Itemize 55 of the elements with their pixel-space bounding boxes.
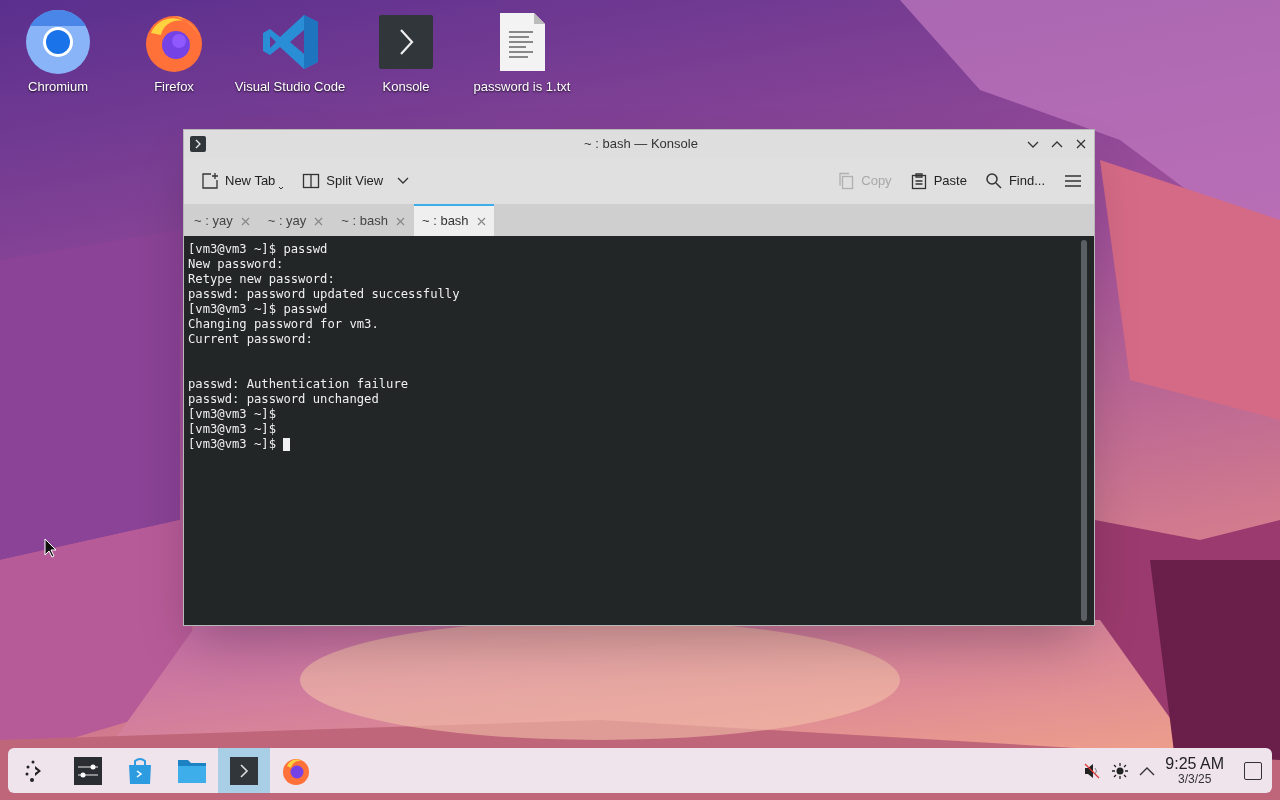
shopping-bag-icon [127, 756, 153, 785]
terminal-icon [378, 14, 434, 70]
terminal-line: [vm3@vm3 ~]$ passwd [188, 302, 328, 317]
desktop-icon-label[interactable]: Firefox [118, 78, 230, 96]
desktop-icon-label[interactable]: Chromium [2, 78, 114, 96]
terminal-line: [vm3@vm3 ~]$ [188, 407, 277, 422]
terminal-line: [vm3@vm3 ~]$ passwd [188, 242, 328, 257]
new-tab-button[interactable]: New Tab [196, 165, 290, 197]
sliders-icon [74, 756, 102, 785]
new-tab-icon [201, 172, 219, 190]
caret-icon [278, 185, 285, 191]
scrollbar[interactable] [1081, 240, 1087, 621]
split-view-icon [302, 172, 321, 190]
split-view-button[interactable]: Split View [297, 165, 415, 197]
terminal[interactable] [184, 236, 1094, 625]
window-title: ~ : bash — Konsole [583, 135, 699, 154]
terminal-line: Changing password for vm3. [188, 317, 379, 332]
tab[interactable]: ~ : bash [413, 204, 494, 236]
desktop-icon-label[interactable]: password is 1.txt [466, 78, 578, 96]
search-icon [984, 172, 1003, 190]
app-icon [190, 136, 206, 152]
terminal-line: [vm3@vm3 ~]$ [188, 437, 277, 452]
terminal-line: passwd: password updated successfully [188, 287, 460, 302]
terminal-line: passwd: password unchanged [188, 392, 379, 407]
code-editor-icon [260, 12, 320, 72]
close-button[interactable] [1074, 137, 1088, 151]
muted-speaker-icon[interactable] [1083, 761, 1102, 780]
paste-button[interactable]: Paste [904, 165, 972, 197]
text-file-icon [498, 12, 546, 72]
terminal-icon [230, 756, 258, 785]
desktop-icon-label[interactable]: Konsole [350, 78, 462, 96]
terminal-line: Retype new password: [188, 272, 335, 287]
brightness-icon[interactable] [1111, 761, 1130, 780]
terminal-line: passwd: Authentication failure [188, 377, 409, 392]
terminal-line: [vm3@vm3 ~]$ [188, 422, 277, 437]
close-tab-icon[interactable] [476, 216, 486, 226]
copy-icon [837, 172, 856, 190]
clipboard-icon [909, 172, 928, 190]
tab[interactable]: ~ : yay [258, 206, 333, 236]
find-button[interactable]: Find... [979, 165, 1050, 197]
terminal-line: New password: [188, 257, 284, 272]
menu-icon[interactable] [1064, 174, 1082, 188]
taskbar-button[interactable] [218, 748, 270, 793]
chromium-icon [25, 9, 91, 75]
clock-date[interactable]: 3/3/25 [1177, 773, 1212, 785]
tab[interactable]: ~ : bash [332, 206, 414, 236]
clock-time[interactable]: 9:25 AM [1165, 756, 1224, 772]
desktop-icon-label[interactable]: Visual Studio Code [234, 78, 346, 96]
chevron-up-icon[interactable] [1139, 765, 1156, 776]
mouse-pointer-icon [44, 538, 57, 558]
show-desktop-icon[interactable] [1244, 761, 1262, 780]
chevron-down-icon [397, 177, 410, 185]
folder-icon [177, 757, 207, 784]
tab[interactable]: ~ : yay [185, 206, 259, 236]
terminal-line: Current password: [188, 332, 313, 347]
